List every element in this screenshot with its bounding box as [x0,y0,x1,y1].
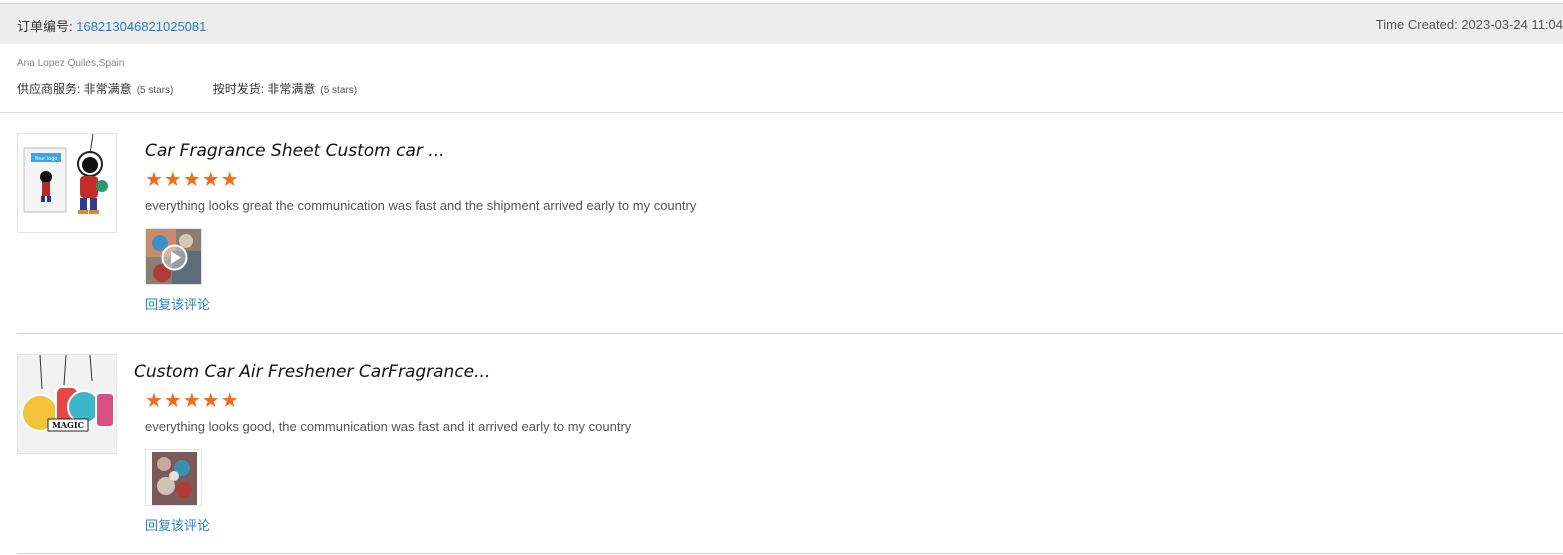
rating-on-time-shipping: 按时发货: 非常满意 (5 stars) [213,82,357,96]
air-freshener-product-image: MAGIC [18,355,116,453]
divider [0,112,1563,113]
review-text: everything looks great the communication… [145,198,697,213]
review-video-image [146,229,201,284]
rating-label: 按时发货: [212,82,268,96]
review-video-thumbnail[interactable] [145,228,202,285]
rating-supplier-service: 供应商服务: 非常满意 (5 stars) [17,82,177,96]
product-title-link[interactable]: Custom Car Air Freshener CarFragrance... [134,362,490,382]
review-stars: ★★★★★ [145,169,240,191]
rating-stars-text: (5 stars) [136,85,174,96]
rating-value: 非常满意 [83,82,132,96]
review-text: everything looks good, the communication… [145,419,632,434]
product-thumbnail[interactable]: Your logo [17,133,117,233]
rating-value: 非常满意 [267,82,316,96]
time-created: Time Created: 2023-03-24 11:04 [1375,17,1563,32]
product-title-link[interactable]: Car Fragrance Sheet Custom car ... [145,141,445,161]
order-header-bar: 订单编号: 168213046821025081 Time Created: 2… [0,3,1563,44]
product-thumbnail[interactable]: MAGIC [17,354,117,454]
review-item: MAGIC Custom Car Air Freshener CarFragra… [0,354,1563,534]
reply-review-link[interactable]: 回复该评论 [145,294,210,313]
order-number-row: 订单编号: 168213046821025081 [17,16,206,35]
review-photo-thumbnail[interactable] [145,449,202,506]
review-photo-image [146,450,201,505]
thumb-logo-text: MAGIC [52,420,84,430]
review-item: Your logo Car Fragrance Sheet Custom car… [0,133,1563,313]
play-icon [161,244,188,271]
order-number-link[interactable]: 168213046821025081 [76,19,206,34]
review-stars: ★★★★★ [145,390,240,412]
thumb-logo-text: Your logo [34,156,58,162]
rating-stars-text: (5 stars) [320,85,358,96]
order-number-label: 订单编号: [17,19,77,34]
buyer-name-country: Ana Lopez Quiles,Spain [17,58,125,69]
divider [17,333,1563,334]
car-fragrance-product-image: Your logo [18,134,116,232]
reply-review-link[interactable]: 回复该评论 [145,515,210,534]
seller-ratings: 供应商服务: 非常满意 (5 stars) 按时发货: 非常满意 (5 stars) [17,80,393,97]
rating-label: 供应商服务: [17,82,84,96]
divider [17,553,1563,554]
review-page: 订单编号: 168213046821025081 Time Created: 2… [0,0,1563,555]
